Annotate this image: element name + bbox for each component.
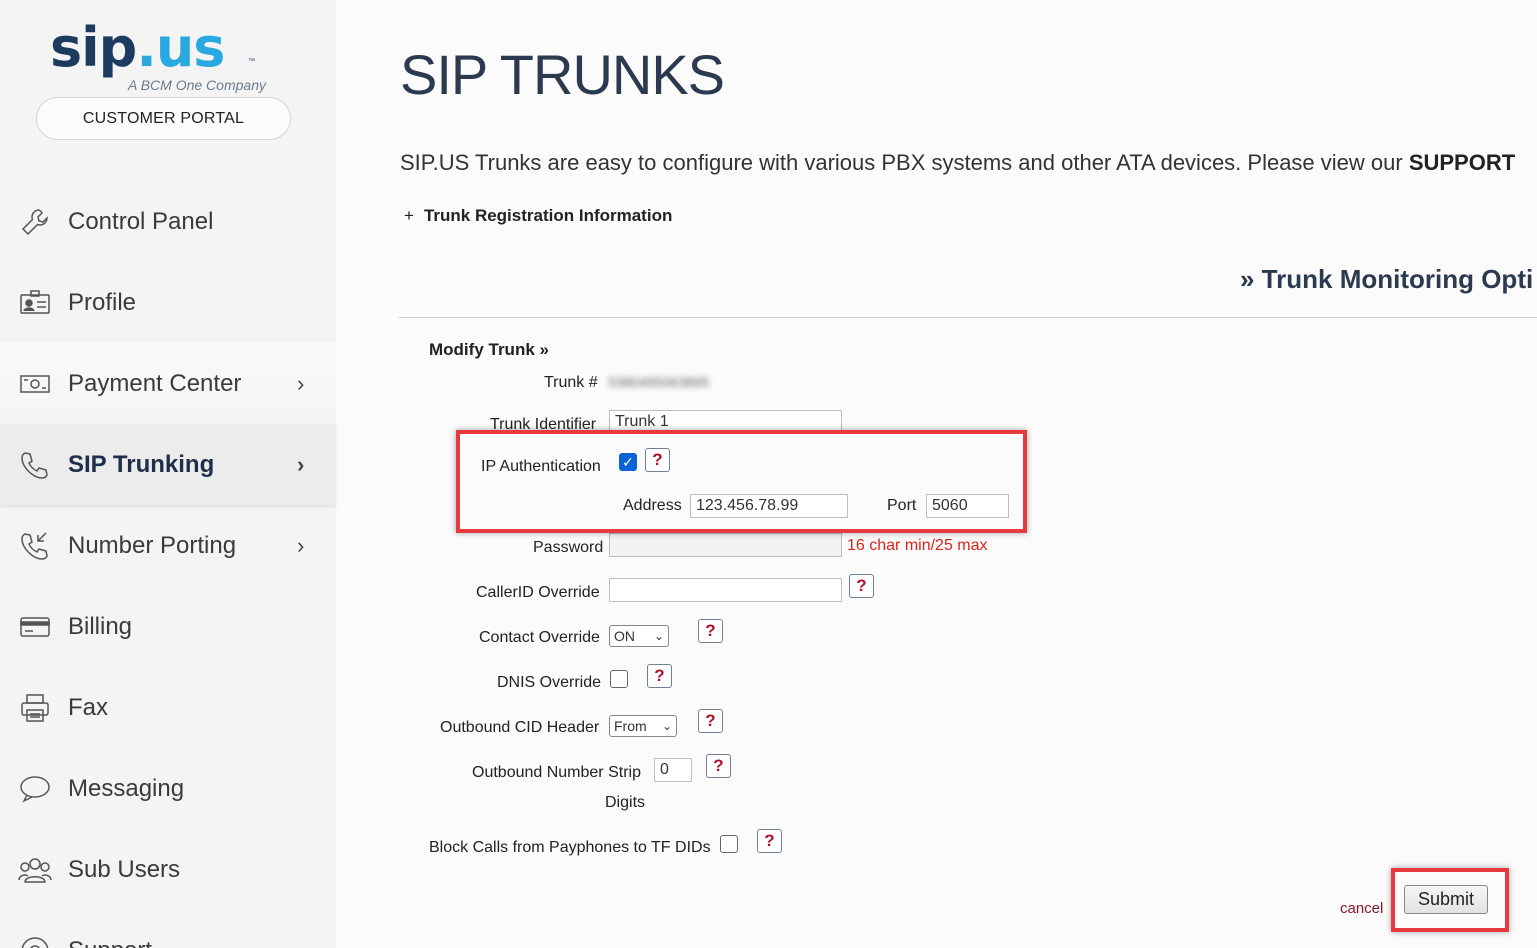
sidebar-item-label: SIP Trunking [68,450,215,478]
outbound-cid-header-select[interactable]: From ⌄ [609,715,677,737]
password-input[interactable] [609,533,842,557]
chat-bubble-icon [18,772,52,806]
trunk-monitoring-link[interactable]: » Trunk Monitoring Opti [1240,264,1533,295]
sidebar-item-support[interactable]: Support [0,910,336,948]
callerid-override-label: CallerID Override [476,584,600,601]
sidebar-item-messaging[interactable]: Messaging [0,748,336,829]
sidebar-item-label: Billing [68,612,133,640]
block-payphones-label: Block Calls from Payphones to TF DIDs [429,839,711,856]
trunk-registration-toggle[interactable]: + Trunk Registration Information [404,206,672,226]
sidebar-item-label: Sub Users [68,855,181,883]
contact-override-select[interactable]: ON ⌄ [609,625,669,647]
chevron-down-icon: ⌄ [653,629,664,643]
trunk-number-value: 5380495063895 [608,374,710,390]
intro-text: SIP.US Trunks are easy to configure with… [400,150,1516,175]
support-link[interactable]: SUPPORT [1409,150,1515,175]
contact-override-help-icon[interactable]: ? [698,619,723,643]
dnis-override-label: DNIS Override [497,674,602,691]
outbound-number-strip-input[interactable] [654,758,692,782]
chevron-right-icon: › [297,451,305,477]
sidebar: sip.us ™ A BCM One Company CUSTOMER PORT… [0,0,336,948]
sidebar-item-label: Number Porting [68,531,237,559]
wrench-icon [18,205,52,239]
phone-icon [18,448,52,482]
money-icon [18,367,52,401]
outbound-cid-help-icon[interactable]: ? [698,709,723,733]
contact-override-label: Contact Override [479,629,600,646]
callerid-override-input[interactable] [609,578,842,602]
callerid-help-icon[interactable]: ? [849,574,874,598]
chevron-right-icon: › [297,532,305,558]
outbound-cid-header-label: Outbound CID Header [440,719,600,736]
sidebar-item-label: Payment Center [68,369,242,397]
sidebar-item-profile[interactable]: Profile [0,262,336,343]
dnis-help-icon[interactable]: ? [647,664,672,688]
sidebar-item-label: Control Panel [68,207,214,235]
sidebar-item-sub-users[interactable]: Sub Users [0,829,336,910]
chevron-down-icon: ⌄ [661,719,672,733]
sidebar-item-label: Fax [68,693,109,721]
password-hint: 16 char min/25 max [847,537,988,554]
sidebar-item-label: Profile [68,288,137,316]
customer-portal-button[interactable]: CUSTOMER PORTAL [36,97,291,140]
sidebar-item-label: Support [68,937,152,948]
id-card-icon [18,286,52,320]
sidebar-nav: Control Panel Profile Payment Center › S… [0,181,336,948]
password-label: Password [533,539,604,556]
sidebar-item-number-porting[interactable]: Number Porting › [0,505,336,586]
credit-card-icon [18,610,52,644]
outbound-number-strip-digits-label: Digits [605,794,646,811]
expand-plus-icon: + [404,206,414,225]
dnis-override-checkbox[interactable] [610,670,628,688]
sidebar-item-label: Messaging [68,774,185,802]
divider [399,317,1537,318]
page-title: SIP TRUNKS [400,43,725,106]
block-payphones-help-icon[interactable]: ? [757,829,782,853]
submit-button[interactable]: Submit [1404,885,1488,914]
logo-trademark: ™ [248,58,255,65]
main-content: SIP TRUNKS SIP.US Trunks are easy to con… [336,0,1537,948]
cancel-link[interactable]: cancel [1340,900,1383,917]
printer-icon [18,691,52,725]
sidebar-item-control-panel[interactable]: Control Panel [0,181,336,262]
sidebar-item-payment-center[interactable]: Payment Center › [0,343,336,424]
outbound-number-strip-label: Outbound Number Strip [472,764,641,781]
block-payphones-checkbox[interactable] [720,835,738,853]
users-icon [18,853,52,887]
ip-auth-highlight-box [456,430,1027,533]
trunk-number-label: Trunk # [544,374,598,391]
phone-incoming-icon [18,529,52,563]
sidebar-item-billing[interactable]: Billing [0,586,336,667]
logo-wordmark: sip.us [50,16,225,79]
modify-trunk-heading: Modify Trunk » [429,340,549,359]
support-icon [18,934,52,948]
sipus-logo[interactable]: sip.us ™ A BCM One Company [50,18,280,98]
strip-help-icon[interactable]: ? [706,754,731,778]
chevron-right-icon: › [297,370,305,396]
sidebar-item-fax[interactable]: Fax [0,667,336,748]
logo-tagline: A BCM One Company [128,77,266,93]
sidebar-item-sip-trunking[interactable]: SIP Trunking › [0,424,336,505]
